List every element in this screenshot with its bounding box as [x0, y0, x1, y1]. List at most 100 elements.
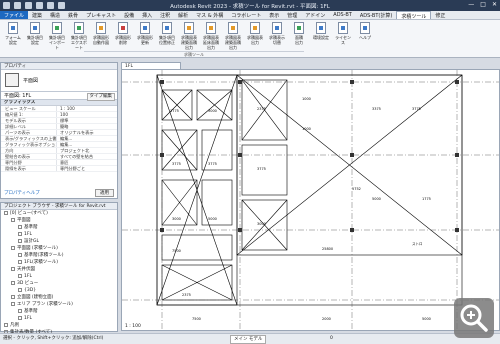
ribbon-button[interactable]: 求積図形 削除	[114, 22, 132, 45]
drawing-canvas[interactable]: 1775 3000 3775 3775 3000 5000 7500 2375 2375 3775…	[121, 69, 500, 331]
property-name: パーツの表示	[5, 130, 31, 135]
minimize-icon[interactable]: —	[468, 1, 474, 8]
ribbon-tab[interactable]: ADS-BT(計算)	[356, 11, 396, 19]
ribbon-tab[interactable]: 管理	[283, 11, 301, 19]
browser-tree-item[interactable]: 基準階	[1, 308, 117, 315]
type-selector[interactable]: 平面図	[1, 70, 117, 92]
browser-tree-item[interactable]: {3D}	[1, 287, 117, 294]
ribbon-tab[interactable]: コラボレート	[227, 11, 265, 19]
property-value[interactable]: 100	[56, 112, 117, 117]
ribbon-tab[interactable]: 表示	[265, 11, 283, 19]
ribbon-button[interactable]: 求積図形 自動作図	[92, 22, 110, 45]
property-value[interactable]: 簡略	[56, 124, 117, 129]
column	[160, 153, 164, 157]
dimension-label: 3000	[257, 222, 266, 226]
property-value[interactable]: 標準	[56, 118, 117, 123]
ribbon-button[interactable]: 面積 出力	[290, 22, 308, 45]
ribbon-button[interactable]: 集計項目 位置修正	[158, 22, 176, 45]
property-value[interactable]: 1 : 100	[56, 106, 117, 111]
dimension-label: 5752	[352, 187, 361, 191]
ribbon-button[interactable]: 求積図表 出力	[246, 22, 264, 45]
ribbon-button[interactable]: 集計項目 エクスポート	[70, 22, 88, 50]
property-value[interactable]: プロジェクト北	[56, 148, 117, 153]
property-value[interactable]: 専門分野ごと	[56, 166, 117, 171]
ribbon-button[interactable]: フォーム 設定	[4, 22, 22, 45]
ribbon-tab[interactable]: 設備	[120, 11, 138, 19]
property-row[interactable]: 隠線を表示 専門分野ごと	[1, 166, 117, 172]
browser-tree-item[interactable]: [0] ビュー(すべて)	[1, 210, 117, 217]
tree-node-icon	[18, 273, 22, 278]
browser-header: プロジェクト ブラウザ - 求積ツール for Revit.rvt	[1, 203, 117, 210]
browser-tree-item[interactable]: 1FL	[1, 315, 117, 322]
dimension-label: 2375	[182, 293, 191, 297]
properties-help-link[interactable]: プロパティヘルプ	[4, 190, 40, 196]
property-value[interactable]: オリジナルを表示	[56, 130, 117, 135]
zoom-overlay-icon[interactable]	[454, 298, 494, 338]
tree-node-icon	[18, 287, 22, 292]
ribbon-tab[interactable]: ファイル	[0, 11, 29, 19]
model-selector[interactable]: メイン モデル	[230, 335, 267, 344]
browser-tree-item[interactable]: 3D ビュー	[1, 280, 117, 287]
ribbon-tool-icon	[272, 22, 282, 34]
dimension-label: 3775	[208, 162, 217, 166]
ribbon-tab[interactable]: プレキャスト	[82, 11, 120, 19]
ribbon-button[interactable]: 求積図表 建築面積出力	[180, 22, 198, 50]
tree-node-icon	[11, 245, 15, 250]
browser-tree-item[interactable]: 平面図 (求積ツール)	[1, 245, 117, 252]
ribbon-tab[interactable]: 解析	[174, 11, 192, 19]
browser-tree-item[interactable]: 基準階	[1, 224, 117, 231]
properties-palette: プロパティ 平面図 平面図: 1FL タイプ編集 グラフィックス ビュー スケール…	[0, 62, 118, 199]
view-scale[interactable]: 1 : 100	[125, 324, 141, 329]
ribbon-tab[interactable]: マス & 外構	[192, 11, 227, 19]
ribbon-tab[interactable]: 求積ツール	[396, 11, 432, 20]
ribbon-tab[interactable]: アドイン	[301, 11, 329, 19]
ribbon-button[interactable]: 求積表示 切替	[268, 22, 286, 45]
ribbon-tab[interactable]: 修正	[431, 11, 449, 19]
browser-tree-item[interactable]: 立面図 (建物立面)	[1, 294, 117, 301]
ribbon-tab[interactable]: 建築	[28, 11, 46, 19]
browser-tree-item[interactable]: 基準階(求積ツール)	[1, 252, 117, 259]
ribbon-tab[interactable]: 挿入	[138, 11, 156, 19]
property-value[interactable]: 意匠	[56, 160, 117, 165]
dimension-label: 3000	[208, 109, 217, 113]
close-icon[interactable]: ✕	[492, 1, 497, 8]
apply-button[interactable]: 適用	[95, 189, 114, 197]
browser-tree-item[interactable]: 平面図	[1, 217, 117, 224]
property-value[interactable]: すべての壁を結合	[56, 154, 117, 159]
ribbon-tool-icon	[74, 22, 84, 34]
ribbon-button[interactable]: 求積図表 延床面積出力	[202, 22, 220, 50]
tree-node-icon	[11, 266, 15, 271]
browser-tree-item[interactable]: 1FL	[1, 273, 117, 280]
tree-node-icon	[11, 280, 15, 285]
ribbon-button[interactable]: 求積図形 更新	[136, 22, 154, 45]
ribbon-button[interactable]: 求積図表 建築面積出力	[224, 22, 242, 50]
ribbon-tab[interactable]: 注釈	[156, 11, 174, 19]
ribbon-button[interactable]: 集計項目 インポート	[48, 22, 66, 50]
browser-tree-item[interactable]: 1FL(求積ツール)	[1, 259, 117, 266]
edit-type-button[interactable]: タイプ編集	[86, 93, 115, 101]
property-value[interactable]: 編集...	[56, 142, 117, 147]
dimension-label: 3000	[172, 217, 181, 221]
ribbon-button[interactable]: ヘルプ	[356, 22, 374, 40]
property-name: 詳細レベル	[5, 124, 26, 129]
browser-tree-item[interactable]: 天井伏図	[1, 266, 117, 273]
ribbon-tab[interactable]: 構造	[46, 11, 64, 19]
view-control-bar[interactable]: 1 : 100	[121, 323, 321, 331]
ribbon-button-label: 求積図表 延床面積出力	[203, 35, 219, 50]
title-bar: Autodesk Revit 2023 - 求積ツール for Revit.rv…	[0, 0, 500, 11]
ribbon-tool-icon	[294, 22, 304, 34]
ribbon-button[interactable]: ライセンス	[334, 22, 352, 45]
ribbon-button[interactable]: 集計項目 設定	[26, 22, 44, 45]
ribbon-tab[interactable]: 鉄骨	[64, 11, 82, 19]
instance-selector[interactable]: 平面図: 1FL タイプ編集	[1, 92, 117, 101]
ribbon-tab[interactable]: ADS-BT	[329, 11, 356, 19]
property-name: グラフィック表示オプション	[5, 142, 56, 147]
browser-tree-item[interactable]: 凡例	[1, 322, 117, 329]
ribbon-button[interactable]: 環境設定	[312, 22, 330, 40]
maximize-icon[interactable]: □	[480, 1, 486, 8]
browser-tree-item[interactable]: 1FL	[1, 231, 117, 238]
ribbon-button-label: 集計項目 インポート	[49, 35, 65, 50]
browser-tree-item[interactable]: 設計GL	[1, 238, 117, 245]
browser-tree-item[interactable]: エリア プラン (求積ツール)	[1, 301, 117, 308]
property-value[interactable]: 編集...	[56, 136, 117, 141]
